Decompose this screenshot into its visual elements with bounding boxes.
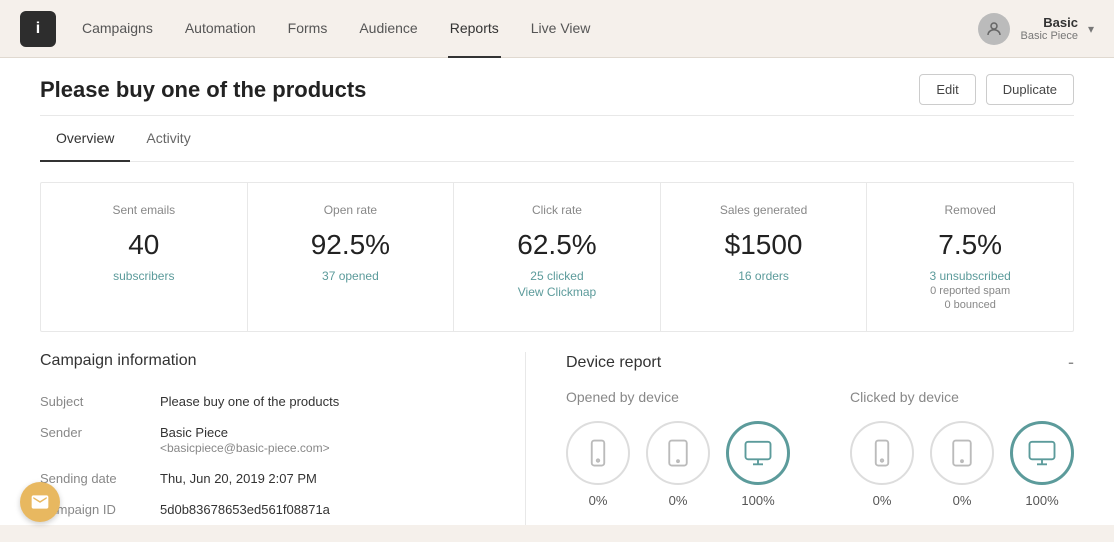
info-table: Subject Please buy one of the products S…: [40, 386, 485, 525]
clicked-by-device: Clicked by device 0%: [850, 389, 1074, 508]
opened-tablet-circle: [646, 421, 710, 485]
tabs: Overview Activity: [40, 116, 1074, 162]
nav-reports[interactable]: Reports: [448, 0, 501, 58]
device-groups: Opened by device 0%: [566, 389, 1074, 508]
opened-device-icons: 0% 0%: [566, 421, 790, 508]
page-header: Please buy one of the products Edit Dupl…: [40, 58, 1074, 116]
nav-links: Campaigns Automation Forms Audience Repo…: [80, 0, 978, 58]
stat-click-value: 62.5%: [478, 229, 636, 261]
user-subtitle: Basic Piece: [1020, 30, 1077, 42]
info-value-sending-date: Thu, Jun 20, 2019 2:07 PM: [160, 471, 485, 486]
user-info: Basic Basic Piece: [1020, 15, 1077, 42]
info-label-subject: Subject: [40, 394, 160, 409]
stat-click-link1[interactable]: 25 clicked: [530, 269, 583, 283]
info-label-sending-date: Sending date: [40, 471, 160, 486]
clicked-tablet-circle: [930, 421, 994, 485]
stat-sent-value: 40: [65, 229, 223, 261]
bottom-row: Campaign information Subject Please buy …: [40, 352, 1074, 525]
chevron-down-icon: ▾: [1088, 22, 1094, 36]
opened-tablet: 0%: [646, 421, 710, 508]
device-report: Device report - Opened by device: [525, 352, 1074, 525]
collapse-button[interactable]: -: [1068, 352, 1074, 373]
opened-desktop-circle: [726, 421, 790, 485]
page-title: Please buy one of the products: [40, 77, 366, 103]
info-row-subject: Subject Please buy one of the products: [40, 386, 485, 417]
stat-open-label: Open rate: [272, 203, 430, 217]
opened-tablet-pct: 0%: [669, 493, 688, 508]
opened-mobile-pct: 0%: [589, 493, 608, 508]
tab-activity[interactable]: Activity: [130, 116, 206, 162]
stat-removed: Removed 7.5% 3 unsubscribed 0 reported s…: [867, 183, 1073, 331]
opened-mobile: 0%: [566, 421, 630, 508]
help-button[interactable]: [20, 482, 60, 522]
opened-by-device-label: Opened by device: [566, 389, 790, 405]
clicked-desktop-pct: 100%: [1025, 493, 1058, 508]
clicked-tablet-pct: 0%: [953, 493, 972, 508]
info-label-sender: Sender: [40, 425, 160, 440]
stat-sent-emails: Sent emails 40 subscribers: [41, 183, 248, 331]
main-content: Please buy one of the products Edit Dupl…: [0, 58, 1114, 525]
info-row-campaign-id: Campaign ID 5d0b83678653ed561f08871a: [40, 494, 485, 525]
stat-sales-link[interactable]: 16 orders: [738, 269, 789, 283]
info-value-sender: Basic Piece <basicpiece@basic-piece.com>: [160, 425, 485, 455]
user-name: Basic: [1020, 15, 1077, 30]
duplicate-button[interactable]: Duplicate: [986, 74, 1074, 105]
info-value-campaign-id: 5d0b83678653ed561f08871a: [160, 502, 485, 517]
nav-automation[interactable]: Automation: [183, 0, 258, 58]
sender-email: <basicpiece@basic-piece.com>: [160, 441, 330, 455]
clicked-device-icons: 0% 0%: [850, 421, 1074, 508]
opened-by-device: Opened by device 0%: [566, 389, 790, 508]
stat-removed-label: Removed: [891, 203, 1049, 217]
app-logo[interactable]: i: [20, 11, 56, 47]
nav-audience[interactable]: Audience: [357, 0, 419, 58]
nav-campaigns[interactable]: Campaigns: [80, 0, 155, 58]
campaign-info-title: Campaign information: [40, 352, 485, 370]
stat-sales-value: $1500: [685, 229, 843, 261]
stat-open-link[interactable]: 37 opened: [322, 269, 379, 283]
info-row-sender: Sender Basic Piece <basicpiece@basic-pie…: [40, 417, 485, 463]
top-nav: i Campaigns Automation Forms Audience Re…: [0, 0, 1114, 58]
nav-live-view[interactable]: Live View: [529, 0, 593, 58]
stat-click-rate: Click rate 62.5% 25 clicked View Clickma…: [454, 183, 661, 331]
stat-removed-sub1: 0 reported spam: [891, 285, 1049, 297]
stat-sales-label: Sales generated: [685, 203, 843, 217]
clicked-desktop: 100%: [1010, 421, 1074, 508]
stat-open-rate: Open rate 92.5% 37 opened: [248, 183, 455, 331]
opened-desktop-pct: 100%: [741, 493, 774, 508]
clicked-desktop-circle: [1010, 421, 1074, 485]
opened-desktop: 100%: [726, 421, 790, 508]
clicked-mobile-circle: [850, 421, 914, 485]
info-row-sending-date: Sending date Thu, Jun 20, 2019 2:07 PM: [40, 463, 485, 494]
clicked-tablet: 0%: [930, 421, 994, 508]
clicked-mobile-pct: 0%: [873, 493, 892, 508]
edit-button[interactable]: Edit: [919, 74, 975, 105]
stat-removed-value: 7.5%: [891, 229, 1049, 261]
header-actions: Edit Duplicate: [919, 74, 1074, 105]
stat-sent-label: Sent emails: [65, 203, 223, 217]
clicked-by-device-label: Clicked by device: [850, 389, 1074, 405]
stat-click-label: Click rate: [478, 203, 636, 217]
nav-forms[interactable]: Forms: [286, 0, 330, 58]
info-value-subject: Please buy one of the products: [160, 394, 485, 409]
nav-user[interactable]: Basic Basic Piece ▾: [978, 13, 1094, 45]
stat-sent-link[interactable]: subscribers: [113, 269, 174, 283]
campaign-info: Campaign information Subject Please buy …: [40, 352, 525, 525]
clicked-mobile: 0%: [850, 421, 914, 508]
stat-click-link2[interactable]: View Clickmap: [518, 285, 596, 299]
logo-text: i: [36, 20, 40, 38]
device-report-title: Device report: [566, 354, 661, 372]
stat-removed-link[interactable]: 3 unsubscribed: [929, 269, 1010, 283]
device-report-header: Device report -: [566, 352, 1074, 373]
opened-mobile-circle: [566, 421, 630, 485]
stat-removed-sub2: 0 bounced: [891, 299, 1049, 311]
stat-open-value: 92.5%: [272, 229, 430, 261]
stats-container: Sent emails 40 subscribers Open rate 92.…: [40, 182, 1074, 332]
tab-overview[interactable]: Overview: [40, 116, 130, 162]
avatar: [978, 13, 1010, 45]
sender-name: Basic Piece: [160, 425, 228, 440]
stat-sales: Sales generated $1500 16 orders: [661, 183, 868, 331]
